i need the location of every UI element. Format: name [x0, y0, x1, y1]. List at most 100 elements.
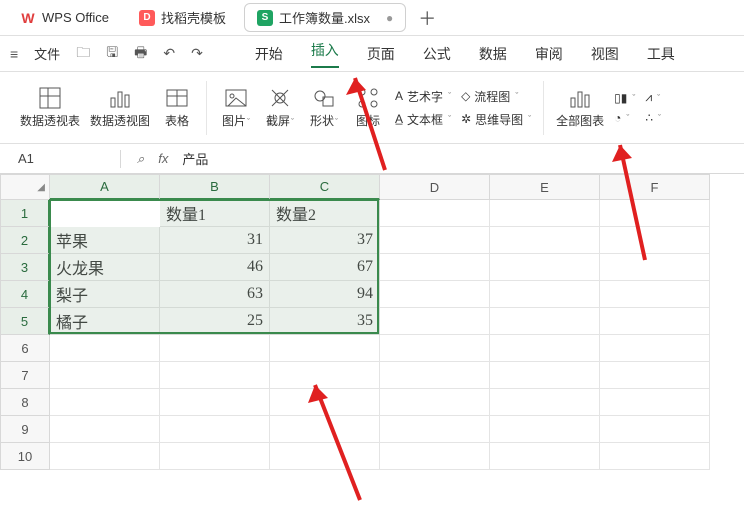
- tab-view[interactable]: 视图: [591, 44, 619, 64]
- tab-data[interactable]: 数据: [479, 44, 507, 64]
- cell[interactable]: [160, 335, 270, 362]
- cell[interactable]: [600, 254, 710, 281]
- row-header[interactable]: 10: [0, 443, 50, 470]
- pivot-table-button[interactable]: 数据透视表: [20, 86, 80, 129]
- pivot-chart-button[interactable]: 数据透视图: [90, 86, 150, 129]
- cell[interactable]: [50, 389, 160, 416]
- cell[interactable]: [600, 308, 710, 335]
- column-header[interactable]: E: [490, 174, 600, 200]
- cell[interactable]: [600, 200, 710, 227]
- formula-value[interactable]: 产品: [182, 149, 208, 168]
- cell[interactable]: [380, 443, 490, 470]
- cell[interactable]: [490, 443, 600, 470]
- search-icon[interactable]: ⌕: [137, 151, 144, 167]
- cell[interactable]: [270, 443, 380, 470]
- row-header[interactable]: 9: [0, 416, 50, 443]
- cell[interactable]: [600, 416, 710, 443]
- tab-start[interactable]: 开始: [255, 44, 283, 64]
- cell[interactable]: 31: [160, 227, 270, 254]
- column-header[interactable]: F: [600, 174, 710, 200]
- tab-review[interactable]: 审阅: [535, 44, 563, 64]
- iconlib-button[interactable]: 图标: [351, 86, 385, 129]
- cell[interactable]: [380, 362, 490, 389]
- template-tab[interactable]: D 找稻壳模板: [127, 4, 238, 31]
- textbox-button[interactable]: A̲文本框ˇ: [395, 111, 451, 128]
- cell[interactable]: 94: [270, 281, 380, 308]
- row-header[interactable]: 7: [0, 362, 50, 389]
- document-tab[interactable]: S 工作簿数量.xlsx ●: [244, 3, 406, 32]
- column-chart-button[interactable]: ▯▮ˇ: [614, 91, 635, 105]
- select-all-corner[interactable]: ◢: [0, 174, 50, 200]
- cell[interactable]: [490, 281, 600, 308]
- table-button[interactable]: 表格: [160, 86, 194, 129]
- cell[interactable]: [600, 389, 710, 416]
- shapes-button[interactable]: 形状ˇ: [307, 86, 341, 129]
- row-header[interactable]: 1: [0, 200, 50, 227]
- cell[interactable]: [380, 389, 490, 416]
- cell[interactable]: [270, 416, 380, 443]
- cell[interactable]: [380, 281, 490, 308]
- row-header[interactable]: 3: [0, 254, 50, 281]
- pie-chart-button[interactable]: ◔ˇ: [614, 111, 635, 125]
- cell[interactable]: [380, 416, 490, 443]
- cell[interactable]: [600, 335, 710, 362]
- tab-insert[interactable]: 插入: [311, 40, 339, 68]
- cell[interactable]: 46: [160, 254, 270, 281]
- cell[interactable]: 35: [270, 308, 380, 335]
- scatter-chart-button[interactable]: ∴ˇ: [645, 111, 661, 125]
- cell[interactable]: [490, 389, 600, 416]
- cell[interactable]: [270, 389, 380, 416]
- fx-icon[interactable]: fx: [158, 151, 168, 166]
- cell[interactable]: [270, 362, 380, 389]
- cell[interactable]: 梨子: [50, 281, 160, 308]
- tab-page[interactable]: 页面: [367, 44, 395, 64]
- column-header[interactable]: A: [50, 174, 160, 200]
- cell[interactable]: 数量2: [270, 200, 380, 227]
- cell[interactable]: [600, 227, 710, 254]
- cell[interactable]: [600, 281, 710, 308]
- cell[interactable]: [490, 227, 600, 254]
- name-box[interactable]: A1: [0, 151, 120, 166]
- app-tab[interactable]: W WPS Office: [8, 6, 121, 30]
- screenshot-button[interactable]: 截屏ˇ: [263, 86, 297, 129]
- cell[interactable]: 数量1: [160, 200, 270, 227]
- cell[interactable]: [50, 443, 160, 470]
- wordart-button[interactable]: A艺术字ˇ: [395, 88, 451, 105]
- print-icon[interactable]: 🖶: [134, 42, 147, 66]
- cell[interactable]: [380, 335, 490, 362]
- cell[interactable]: [380, 308, 490, 335]
- open-icon[interactable]: 🗀: [76, 42, 90, 66]
- cell[interactable]: [160, 362, 270, 389]
- cell[interactable]: 橘子: [50, 308, 160, 335]
- cell[interactable]: 产品: [50, 200, 160, 227]
- tab-tools[interactable]: 工具: [647, 44, 675, 64]
- spreadsheet-grid[interactable]: ◢ABCDEF1产品数量1数量22苹果31373火龙果46674梨子63945橘…: [0, 174, 744, 470]
- cell[interactable]: [50, 362, 160, 389]
- cell[interactable]: [160, 416, 270, 443]
- row-header[interactable]: 4: [0, 281, 50, 308]
- row-header[interactable]: 8: [0, 389, 50, 416]
- close-tab-icon[interactable]: ●: [386, 11, 393, 25]
- cell[interactable]: 火龙果: [50, 254, 160, 281]
- cell[interactable]: [490, 335, 600, 362]
- save-icon[interactable]: 🖫: [106, 42, 118, 66]
- cell[interactable]: 37: [270, 227, 380, 254]
- cell[interactable]: 63: [160, 281, 270, 308]
- line-chart-button[interactable]: ⩘ˇ: [645, 90, 661, 105]
- row-header[interactable]: 6: [0, 335, 50, 362]
- cell[interactable]: [270, 335, 380, 362]
- cell[interactable]: [490, 416, 600, 443]
- cell[interactable]: [600, 362, 710, 389]
- tab-formula[interactable]: 公式: [423, 44, 451, 64]
- cell[interactable]: [160, 389, 270, 416]
- cell[interactable]: [380, 227, 490, 254]
- cell[interactable]: [490, 362, 600, 389]
- row-header[interactable]: 2: [0, 227, 50, 254]
- cell[interactable]: [490, 308, 600, 335]
- hamburger-icon[interactable]: ≡: [10, 46, 18, 62]
- cell[interactable]: 67: [270, 254, 380, 281]
- row-header[interactable]: 5: [0, 308, 50, 335]
- all-charts-button[interactable]: 全部图表: [556, 86, 604, 129]
- cell[interactable]: [600, 443, 710, 470]
- cell[interactable]: 25: [160, 308, 270, 335]
